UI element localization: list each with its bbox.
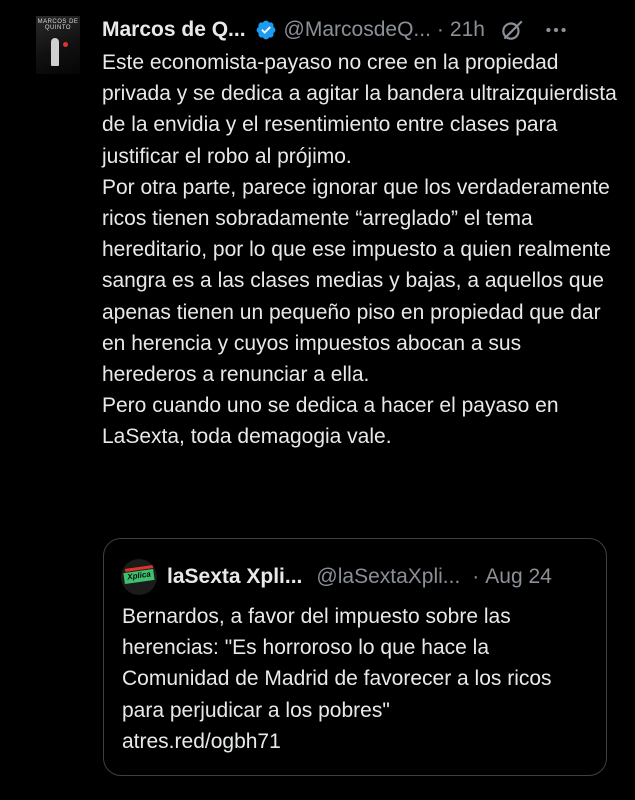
quoted-tweet-paragraph: Bernardos, a favor del impuesto sobre la… — [122, 605, 552, 722]
quoted-author-handle[interactable]: @laSextaXpli... — [316, 565, 460, 589]
tweet-header: Marcos de Q... @MarcosdeQ... · 21h — [102, 14, 615, 46]
tweet-timestamp[interactable]: 21h — [450, 18, 485, 42]
tweet-text: Este economista-payaso no cree en la pro… — [102, 47, 617, 453]
quoted-author-avatar[interactable]: Xplica — [121, 559, 157, 595]
verified-badge-icon[interactable] — [255, 19, 277, 41]
tweet-paragraph: Pero cuando uno se dedica a hacer el pay… — [102, 394, 559, 449]
header-separator: · — [436, 18, 444, 41]
author-avatar[interactable]: MARCOS DE QUINTO — [36, 16, 80, 74]
quoted-header-separator: · — [472, 565, 480, 588]
tweet-paragraph: Este economista-payaso no cree en la pro… — [102, 51, 617, 168]
quoted-tweet-header: Xplica laSexta Xpli... @laSextaXpli... ·… — [121, 559, 590, 595]
quoted-tweet-link[interactable]: atres.red/ogbh71 — [122, 726, 592, 757]
author-display-name[interactable]: Marcos de Q... — [102, 18, 246, 42]
avatar-red-dot — [63, 42, 68, 47]
author-handle[interactable]: @MarcosdeQ... — [284, 18, 431, 42]
quoted-tweet-text: Bernardos, a favor del impuesto sobre la… — [122, 601, 592, 757]
avatar-figure — [51, 38, 59, 66]
tweet-paragraph: Por otra parte, parece ignorar que los v… — [102, 175, 611, 387]
quoted-tweet-date[interactable]: Aug 24 — [485, 565, 552, 589]
quoted-author-display-name[interactable]: laSexta Xpli... — [167, 565, 302, 589]
more-options-icon[interactable] — [543, 17, 569, 43]
avatar-book-title: MARCOS DE QUINTO — [37, 19, 79, 31]
grok-icon[interactable] — [499, 17, 525, 43]
quoted-tweet-card[interactable]: Xplica laSexta Xpli... @laSextaXpli... ·… — [103, 538, 607, 776]
